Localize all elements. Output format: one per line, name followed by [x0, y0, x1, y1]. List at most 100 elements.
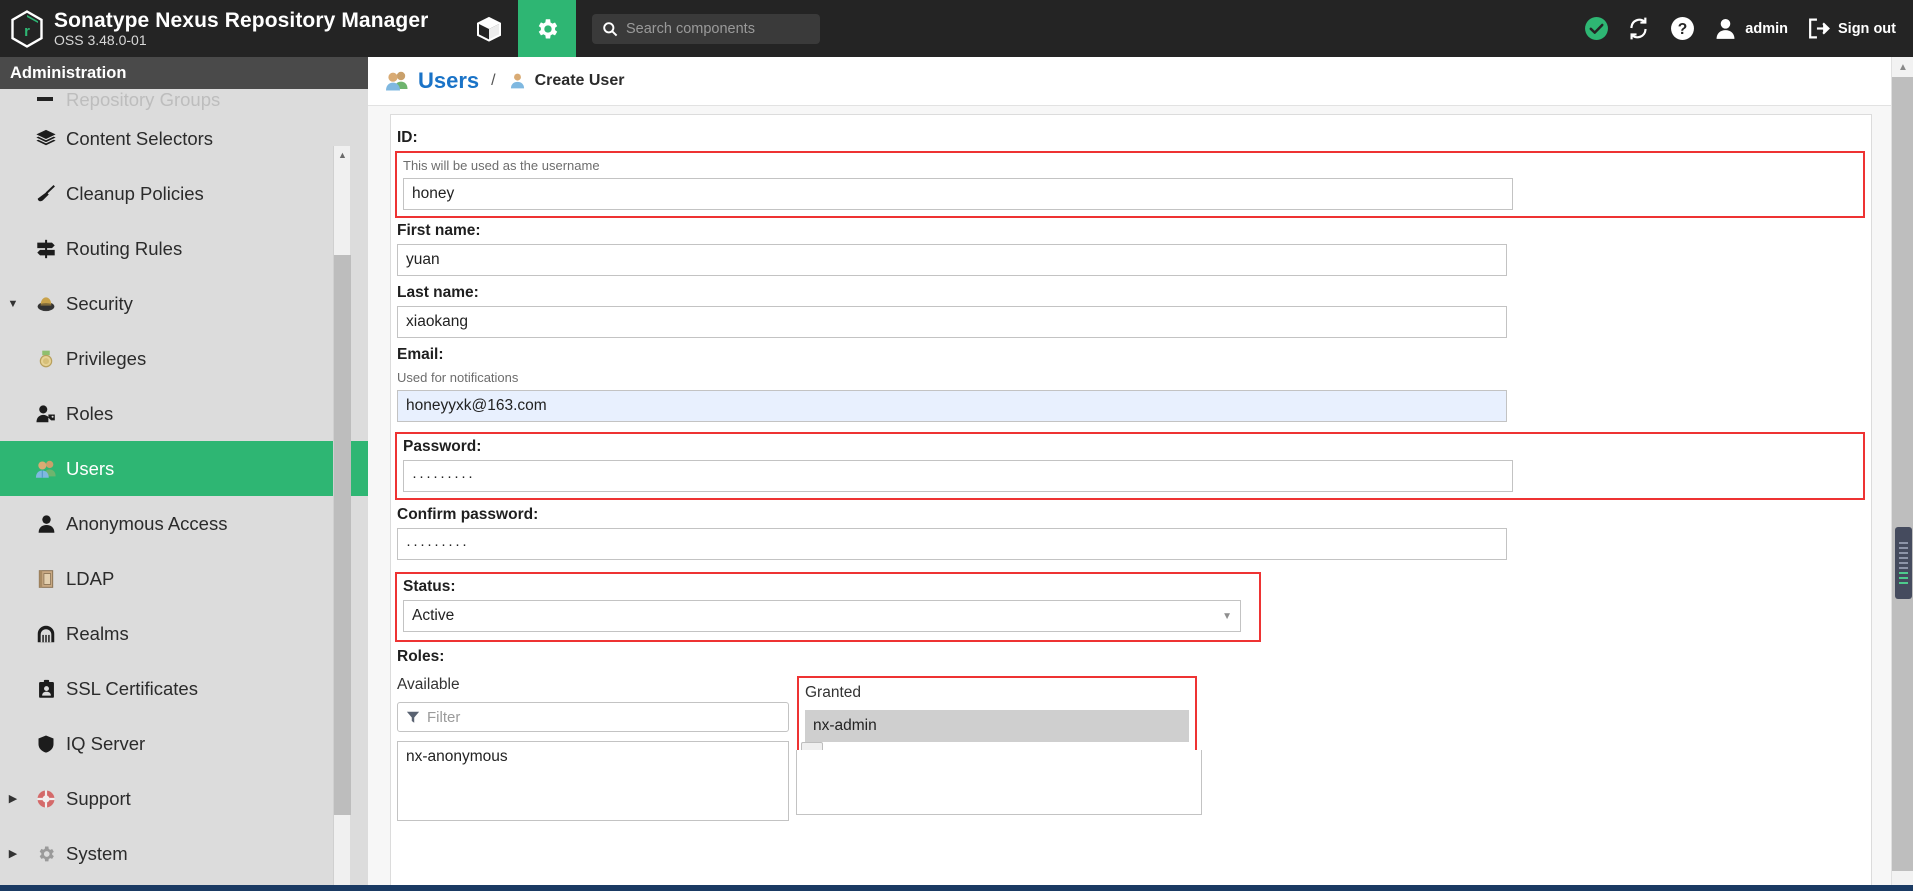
- email-label: Email:: [397, 346, 444, 363]
- id-hint: This will be used as the username: [403, 158, 600, 173]
- field-group-last-name: Last name: xiaokang: [391, 280, 1871, 342]
- create-user-panel: ID: This will be used as the username ho…: [390, 114, 1872, 891]
- email-input[interactable]: honeyyxk@163.com: [397, 390, 1507, 422]
- life-ring-icon: [26, 789, 66, 809]
- sign-out-label: Sign out: [1838, 20, 1896, 37]
- roles-granted-list[interactable]: [796, 750, 1202, 815]
- sidebar-item-iq-server[interactable]: IQ Server: [0, 716, 368, 771]
- last-name-input[interactable]: xiaokang: [397, 306, 1507, 338]
- address-book-icon: [26, 568, 66, 590]
- administration-button[interactable]: [518, 0, 576, 57]
- confirm-password-input[interactable]: ·········: [397, 528, 1507, 560]
- security-shield-icon: [26, 294, 66, 314]
- sidebar-item-label: Content Selectors: [66, 127, 214, 149]
- application-window: r Sonatype Nexus Repository Manager OSS …: [0, 0, 1913, 891]
- status-value: Active: [412, 607, 455, 624]
- signpost-icon: [26, 238, 66, 260]
- sidebar-item-label: Users: [66, 457, 115, 479]
- green-check-circle-icon: [1584, 16, 1609, 41]
- breadcrumb-separator: /: [491, 72, 496, 89]
- sidebar-item-label: Routing Rules: [66, 237, 183, 259]
- help-button[interactable]: ?: [1661, 0, 1704, 57]
- main-scrollbar[interactable]: ▲: [1891, 57, 1913, 891]
- chevron-right-icon[interactable]: ▶: [0, 792, 26, 805]
- roles-granted-column: Granted nx-admin: [796, 676, 1202, 815]
- sidebar-item-realms[interactable]: Realms: [0, 606, 368, 661]
- confirm-password-label: Confirm password:: [397, 506, 539, 523]
- email-hint: Used for notifications: [397, 370, 519, 385]
- sidebar-item-ldap[interactable]: LDAP: [0, 551, 368, 606]
- last-name-label: Last name:: [397, 284, 479, 301]
- users-group-icon: [384, 69, 410, 93]
- chevron-down-icon[interactable]: ▼: [1222, 611, 1232, 622]
- box-icon: [476, 16, 502, 42]
- layers-icon: [26, 128, 66, 150]
- gear-icon: [26, 844, 66, 864]
- sidebar-item-ssl-certificates[interactable]: SSL Certificates: [0, 661, 368, 716]
- main-scrollbar-track[interactable]: [1892, 77, 1913, 871]
- brand[interactable]: r Sonatype Nexus Repository Manager OSS …: [0, 9, 460, 48]
- refresh-button[interactable]: [1618, 0, 1661, 57]
- user-menu-button[interactable]: admin: [1704, 0, 1797, 57]
- funnel-icon: [406, 710, 420, 724]
- roles-available-header: Available: [397, 676, 460, 693]
- triangle-up-icon[interactable]: ▲: [1892, 57, 1913, 77]
- sidebar-item-cleanup-policies[interactable]: Cleanup Policies: [0, 166, 368, 221]
- roles-label: Roles:: [397, 648, 445, 665]
- roles-filter-placeholder: Filter: [427, 708, 461, 726]
- question-mark-circle-icon: ?: [1670, 16, 1695, 41]
- sidebar-item-users[interactable]: Users: [0, 441, 368, 496]
- field-group-confirm-password: Confirm password: ·········: [391, 500, 1871, 564]
- users-group-icon: [26, 458, 66, 480]
- sidebar-item-label: System: [66, 842, 128, 864]
- status-highlight-box: Status: Active ▼: [395, 572, 1261, 642]
- chevron-down-icon[interactable]: ▼: [0, 298, 26, 310]
- id-highlight-box: This will be used as the username honey: [395, 151, 1865, 218]
- search-input[interactable]: Search components: [592, 13, 820, 44]
- sidebar-item-privileges[interactable]: Privileges: [0, 331, 368, 386]
- sidebar-scrollbar[interactable]: ▲ ▼: [333, 146, 351, 891]
- sidebar-item-security[interactable]: ▼ Security: [0, 276, 368, 331]
- svg-text:r: r: [24, 23, 30, 40]
- status-select[interactable]: Active ▼: [403, 600, 1241, 632]
- system-status-button[interactable]: [1575, 0, 1618, 57]
- svg-text:?: ?: [1678, 21, 1688, 38]
- sidebar-title: Administration: [0, 57, 368, 89]
- id-input-value: honey: [412, 185, 455, 202]
- user-label: admin: [1745, 20, 1788, 37]
- sidebar-item-clipped[interactable]: Repository Groups: [0, 89, 368, 111]
- sidebar: Administration Repository Groups Content…: [0, 57, 368, 891]
- sidebar-item-label: Roles: [66, 402, 114, 424]
- sidebar-item-content-selectors[interactable]: Content Selectors: [0, 111, 368, 166]
- roles-available-column: Available Filter nx-anonymous: [397, 676, 797, 821]
- main-content: Users / Create User ID: This will be use…: [368, 57, 1913, 891]
- sidebar-scrollbar-thumb[interactable]: [334, 255, 351, 815]
- list-item[interactable]: nx-anonymous: [398, 742, 788, 772]
- field-group-email: Email: Used for notifications honeyyxk@1…: [391, 342, 1871, 426]
- roles-filter-input[interactable]: Filter: [397, 702, 789, 732]
- sidebar-item-routing-rules[interactable]: Routing Rules: [0, 221, 368, 276]
- roles-available-list[interactable]: nx-anonymous: [397, 741, 789, 821]
- sidebar-item-system[interactable]: ▶ System: [0, 826, 368, 881]
- sidebar-item-roles[interactable]: Roles: [0, 386, 368, 441]
- sidebar-item-label: LDAP: [66, 567, 115, 589]
- gear-icon: [534, 16, 560, 42]
- sign-out-button[interactable]: Sign out: [1797, 0, 1905, 57]
- chevron-right-icon[interactable]: ▶: [0, 847, 26, 860]
- sidebar-item-anonymous-access[interactable]: Anonymous Access: [0, 496, 368, 551]
- roles-granted-selected-item[interactable]: nx-admin: [805, 710, 1189, 742]
- password-input[interactable]: ·········: [403, 460, 1513, 492]
- first-name-value: yuan: [406, 251, 440, 268]
- person-icon: [1713, 16, 1738, 41]
- first-name-input[interactable]: yuan: [397, 244, 1507, 276]
- header-right-actions: ? admin Sign out: [1575, 0, 1905, 57]
- broom-icon: [26, 183, 66, 205]
- sidebar-nav-list: Repository Groups Content Selectors Clea…: [0, 89, 368, 881]
- breadcrumb-root-link[interactable]: Users: [418, 68, 479, 94]
- id-input[interactable]: honey: [403, 178, 1513, 210]
- nexus-hexagon-logo-icon: r: [10, 9, 44, 48]
- browse-button[interactable]: [460, 0, 518, 57]
- sidebar-item-support[interactable]: ▶ Support: [0, 771, 368, 826]
- main-scrollbar-thumb[interactable]: [1895, 527, 1912, 599]
- triangle-up-icon[interactable]: ▲: [334, 146, 351, 163]
